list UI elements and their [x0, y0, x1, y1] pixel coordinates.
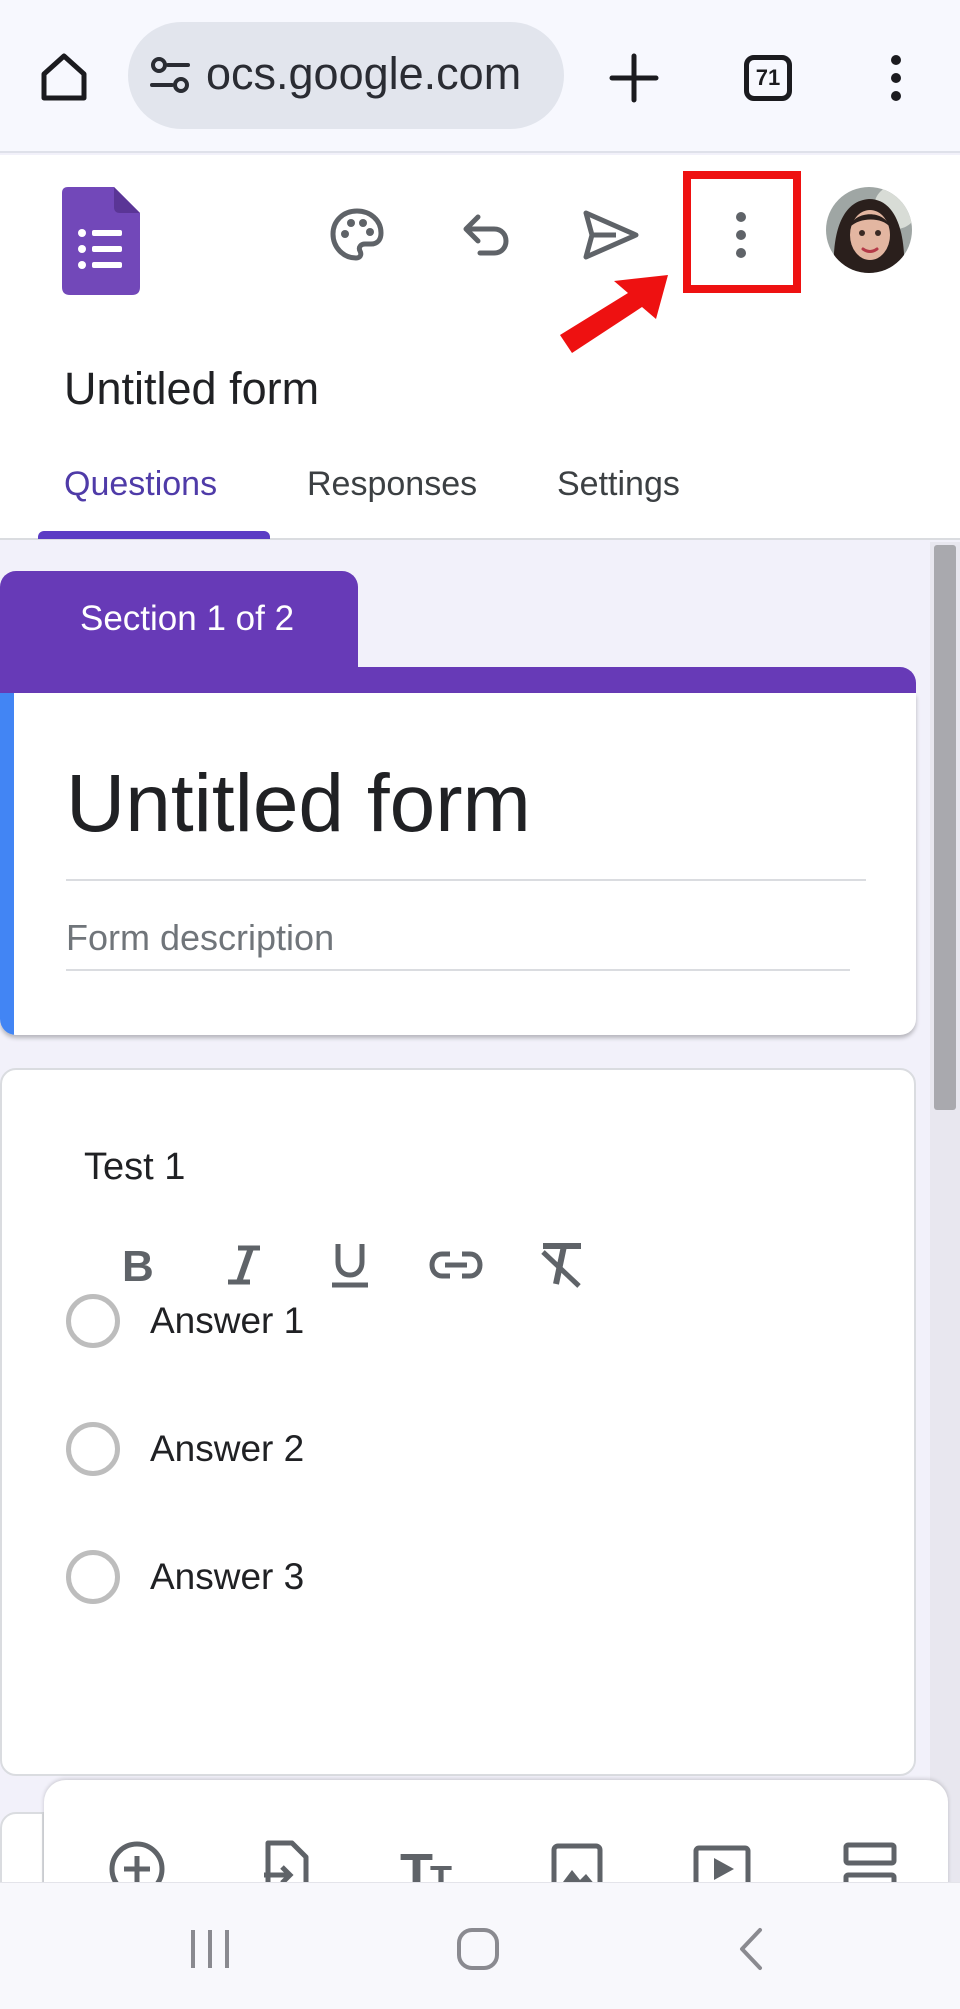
radio-button[interactable] [66, 1422, 120, 1476]
answer-option[interactable]: Answer 1 [66, 1291, 566, 1351]
recents-button[interactable] [170, 1909, 250, 1989]
browser-toolbar: ocs.google.com 71 [0, 0, 960, 153]
more-vert-icon [891, 55, 901, 101]
browser-home-button[interactable] [28, 40, 100, 112]
italic-icon [228, 1245, 260, 1285]
tab-count: 71 [755, 65, 781, 90]
browser-menu-button[interactable] [860, 40, 932, 116]
description-underline [66, 969, 850, 971]
site-settings-icon[interactable] [148, 54, 192, 98]
palette-icon [330, 208, 384, 261]
radio-button[interactable] [66, 1294, 120, 1348]
forms-header: Untitled form Questions Responses Settin… [0, 155, 960, 540]
active-tab-indicator [38, 531, 270, 539]
clear-format-icon [541, 1243, 581, 1288]
avatar[interactable] [826, 187, 912, 273]
red-arrow-annotation [560, 275, 668, 353]
option-label[interactable]: Answer 1 [150, 1300, 304, 1342]
section-label-tab: Section 1 of 2 [0, 571, 358, 673]
link-icon [429, 1251, 483, 1279]
svg-text:B: B [122, 1243, 154, 1287]
tab-questions[interactable]: Questions [64, 465, 217, 504]
answer-option[interactable]: Answer 3 [66, 1547, 566, 1607]
home-circle-icon [457, 1928, 499, 1970]
section-label: Section 1 of 2 [80, 599, 295, 638]
clear-formatting-button[interactable] [527, 1230, 597, 1300]
home-icon [41, 53, 87, 101]
recents-icon [191, 1930, 229, 1968]
url-text: ocs.google.com [206, 48, 522, 99]
highlight-box [683, 171, 801, 293]
option-label[interactable]: Answer 3 [150, 1556, 304, 1598]
android-navigation-bar [0, 1882, 960, 2009]
tab-responses[interactable]: Responses [307, 465, 477, 504]
form-description-field[interactable]: Form description [66, 917, 334, 959]
address-bar[interactable]: ocs.google.com [128, 22, 564, 129]
next-card-edge [0, 1812, 44, 1892]
plus-icon [609, 53, 659, 103]
send-button[interactable] [571, 195, 651, 275]
bold-button[interactable]: B [103, 1230, 173, 1300]
selected-card-accent [0, 693, 14, 1035]
new-tab-button[interactable] [596, 40, 672, 116]
system-home-button[interactable] [438, 1909, 518, 1989]
underline-icon [332, 1244, 368, 1288]
undo-button[interactable] [446, 195, 526, 275]
tab-switcher-button[interactable]: 71 [730, 40, 806, 116]
customize-theme-button[interactable] [317, 195, 397, 275]
bold-icon: B [122, 1243, 154, 1287]
title-underline [66, 879, 866, 881]
option-label[interactable]: Answer 2 [150, 1428, 304, 1470]
back-button[interactable] [710, 1909, 790, 1989]
question-title[interactable]: Test 1 [84, 1146, 185, 1189]
back-icon [740, 1928, 762, 1970]
radio-button[interactable] [66, 1550, 120, 1604]
profile-photo [826, 187, 912, 273]
answer-option[interactable]: Answer 2 [66, 1419, 566, 1479]
tab-switcher-icon: 71 [744, 55, 792, 101]
undo-icon [463, 214, 509, 256]
send-icon [583, 210, 639, 260]
question-card[interactable]: Test 1 B Answer 1 Answer 2 Answer 3 [0, 1068, 916, 1776]
editor-tabs: Questions Responses Settings [0, 455, 960, 540]
forms-logo-icon[interactable] [62, 187, 140, 295]
italic-button[interactable] [209, 1230, 279, 1300]
form-title-card[interactable]: Untitled form Form description [0, 693, 916, 1035]
form-name[interactable]: Untitled form [64, 363, 319, 415]
form-title[interactable]: Untitled form [66, 757, 531, 851]
add-items-toolbar: T T [44, 1780, 948, 1890]
scrollbar-thumb[interactable] [934, 545, 956, 1110]
underline-button[interactable] [315, 1230, 385, 1300]
tab-settings[interactable]: Settings [557, 465, 680, 504]
insert-link-button[interactable] [421, 1230, 491, 1300]
